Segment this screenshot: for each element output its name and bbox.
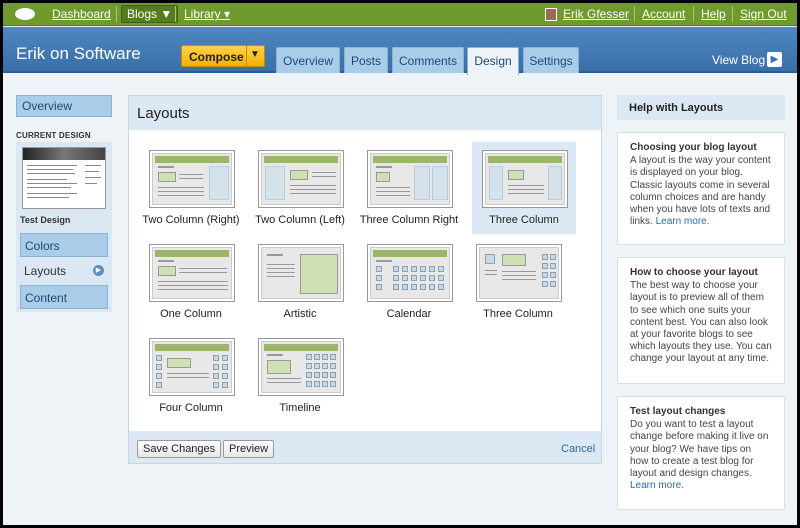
user-name-link[interactable]: Erik Gfesser: [563, 7, 629, 21]
design-thumbnail[interactable]: [22, 147, 106, 209]
help-card: Test layout changes Do you want to test …: [617, 396, 785, 510]
layout-one-column[interactable]: One Column: [139, 236, 243, 328]
blogs-menu[interactable]: Blogs ▼: [121, 5, 179, 23]
compose-label: Compose: [189, 50, 244, 64]
view-blog-link[interactable]: View Blog: [712, 53, 765, 67]
layout-name: One Column: [160, 308, 222, 320]
divider: [693, 6, 694, 22]
sidebar-item-overview[interactable]: Overview: [16, 95, 112, 117]
layout-three-column-right[interactable]: Three Column Right: [357, 142, 461, 234]
design-name: Test Design: [20, 215, 71, 225]
divider: [175, 6, 176, 22]
divider: [732, 6, 733, 22]
sign-out-link[interactable]: Sign Out: [740, 7, 787, 21]
tab-design[interactable]: Design: [467, 47, 519, 75]
layout-name: Two Column (Right): [142, 214, 240, 226]
tab-comments[interactable]: Comments: [392, 47, 464, 73]
tab-overview[interactable]: Overview: [276, 47, 340, 73]
preview-button[interactable]: Preview: [223, 440, 275, 458]
help-card-heading: How to choose your layout: [630, 267, 758, 278]
arrow-right-icon[interactable]: ▶: [767, 52, 782, 67]
sidebar-item-colors[interactable]: Colors: [20, 233, 108, 257]
layout-preview: [367, 150, 453, 208]
page-title: Layouts: [137, 105, 190, 122]
arrow-right-icon: ▶: [93, 265, 104, 276]
help-card-body: Do you want to test a layout change befo…: [630, 419, 769, 480]
sidebar-item-content[interactable]: Content: [20, 285, 108, 309]
library-menu[interactable]: Library ▾: [184, 7, 230, 21]
layout-name: Calendar: [386, 308, 432, 320]
layout-calendar[interactable]: Calendar: [357, 236, 461, 328]
help-card: How to choose your layout The best way t…: [617, 257, 785, 384]
layout-timeline[interactable]: Timeline: [248, 330, 352, 422]
divider: [116, 6, 117, 22]
layout-preview: [476, 244, 562, 302]
layout-artistic[interactable]: Artistic: [248, 236, 352, 328]
blog-title: Erik on Software: [16, 44, 141, 63]
layout-preview: [367, 244, 453, 302]
chevron-down-icon[interactable]: ▼: [250, 49, 260, 60]
layout-preview: [149, 244, 235, 302]
learn-more-link[interactable]: Learn more.: [656, 216, 710, 227]
cancel-link[interactable]: Cancel: [561, 443, 595, 455]
layout-preview: [149, 150, 235, 208]
blog-header: Erik on Software Compose ▼ Overview Post…: [3, 27, 797, 75]
layout-name: Three Column: [483, 308, 553, 320]
help-title: Help with Layouts: [617, 95, 785, 120]
help-card-body: The best way to choose your layout is to…: [630, 280, 772, 365]
layout-two-column-right[interactable]: Two Column (Right): [139, 142, 243, 234]
layout-four-column[interactable]: Four Column: [139, 330, 243, 422]
layout-name: Three Column: [489, 214, 559, 226]
layout-name: Artistic: [283, 308, 317, 320]
divider: [634, 6, 635, 22]
layout-name: Timeline: [279, 402, 321, 414]
app-frame: Dashboard Blogs ▼ Library ▾ Erik Gfesser…: [3, 3, 797, 525]
layout-three-column-selected[interactable]: Three Column: [472, 142, 576, 234]
help-card-heading: Test layout changes: [630, 406, 726, 417]
current-design-panel: Test Design Colors Layouts ▶ Content: [16, 142, 112, 312]
layout-name: Three Column Right: [359, 214, 459, 226]
layout-name: Four Column: [159, 402, 223, 414]
tab-settings[interactable]: Settings: [523, 47, 579, 73]
tab-posts[interactable]: Posts: [344, 47, 388, 73]
layout-preview: [482, 150, 568, 208]
divider: [246, 46, 247, 66]
layout-two-column-left[interactable]: Two Column (Left): [248, 142, 352, 234]
layout-name: Two Column (Left): [255, 214, 345, 226]
help-card: Choosing your blog layout A layout is th…: [617, 132, 785, 245]
compose-button[interactable]: Compose ▼: [181, 45, 265, 67]
learn-more-link[interactable]: Learn more.: [630, 480, 684, 491]
sidebar-item-layouts[interactable]: Layouts ▶: [20, 259, 108, 283]
save-changes-button[interactable]: Save Changes: [137, 440, 222, 458]
sidebar-item-label: Layouts: [24, 264, 67, 278]
layout-preview: [258, 150, 344, 208]
current-design-label: CURRENT DESIGN: [16, 131, 91, 140]
panel-header: Layouts: [129, 96, 601, 130]
layout-preview: [258, 338, 344, 396]
dashboard-link[interactable]: Dashboard: [52, 7, 111, 21]
help-card-heading: Choosing your blog layout: [630, 142, 757, 153]
layout-preview: [258, 244, 344, 302]
panel-footer: Save Changes Preview Cancel: [129, 431, 601, 463]
account-link[interactable]: Account: [642, 7, 685, 21]
layout-three-column-alt[interactable]: Three Column: [466, 236, 570, 328]
help-link[interactable]: Help: [701, 7, 726, 21]
blogger-logo-icon[interactable]: [15, 8, 35, 20]
top-bar: Dashboard Blogs ▼ Library ▾ Erik Gfesser…: [3, 3, 797, 26]
user-avatar: [545, 8, 557, 21]
layout-preview: [149, 338, 235, 396]
layouts-panel: Layouts Two Column (Right) Two Column (L…: [128, 95, 602, 464]
